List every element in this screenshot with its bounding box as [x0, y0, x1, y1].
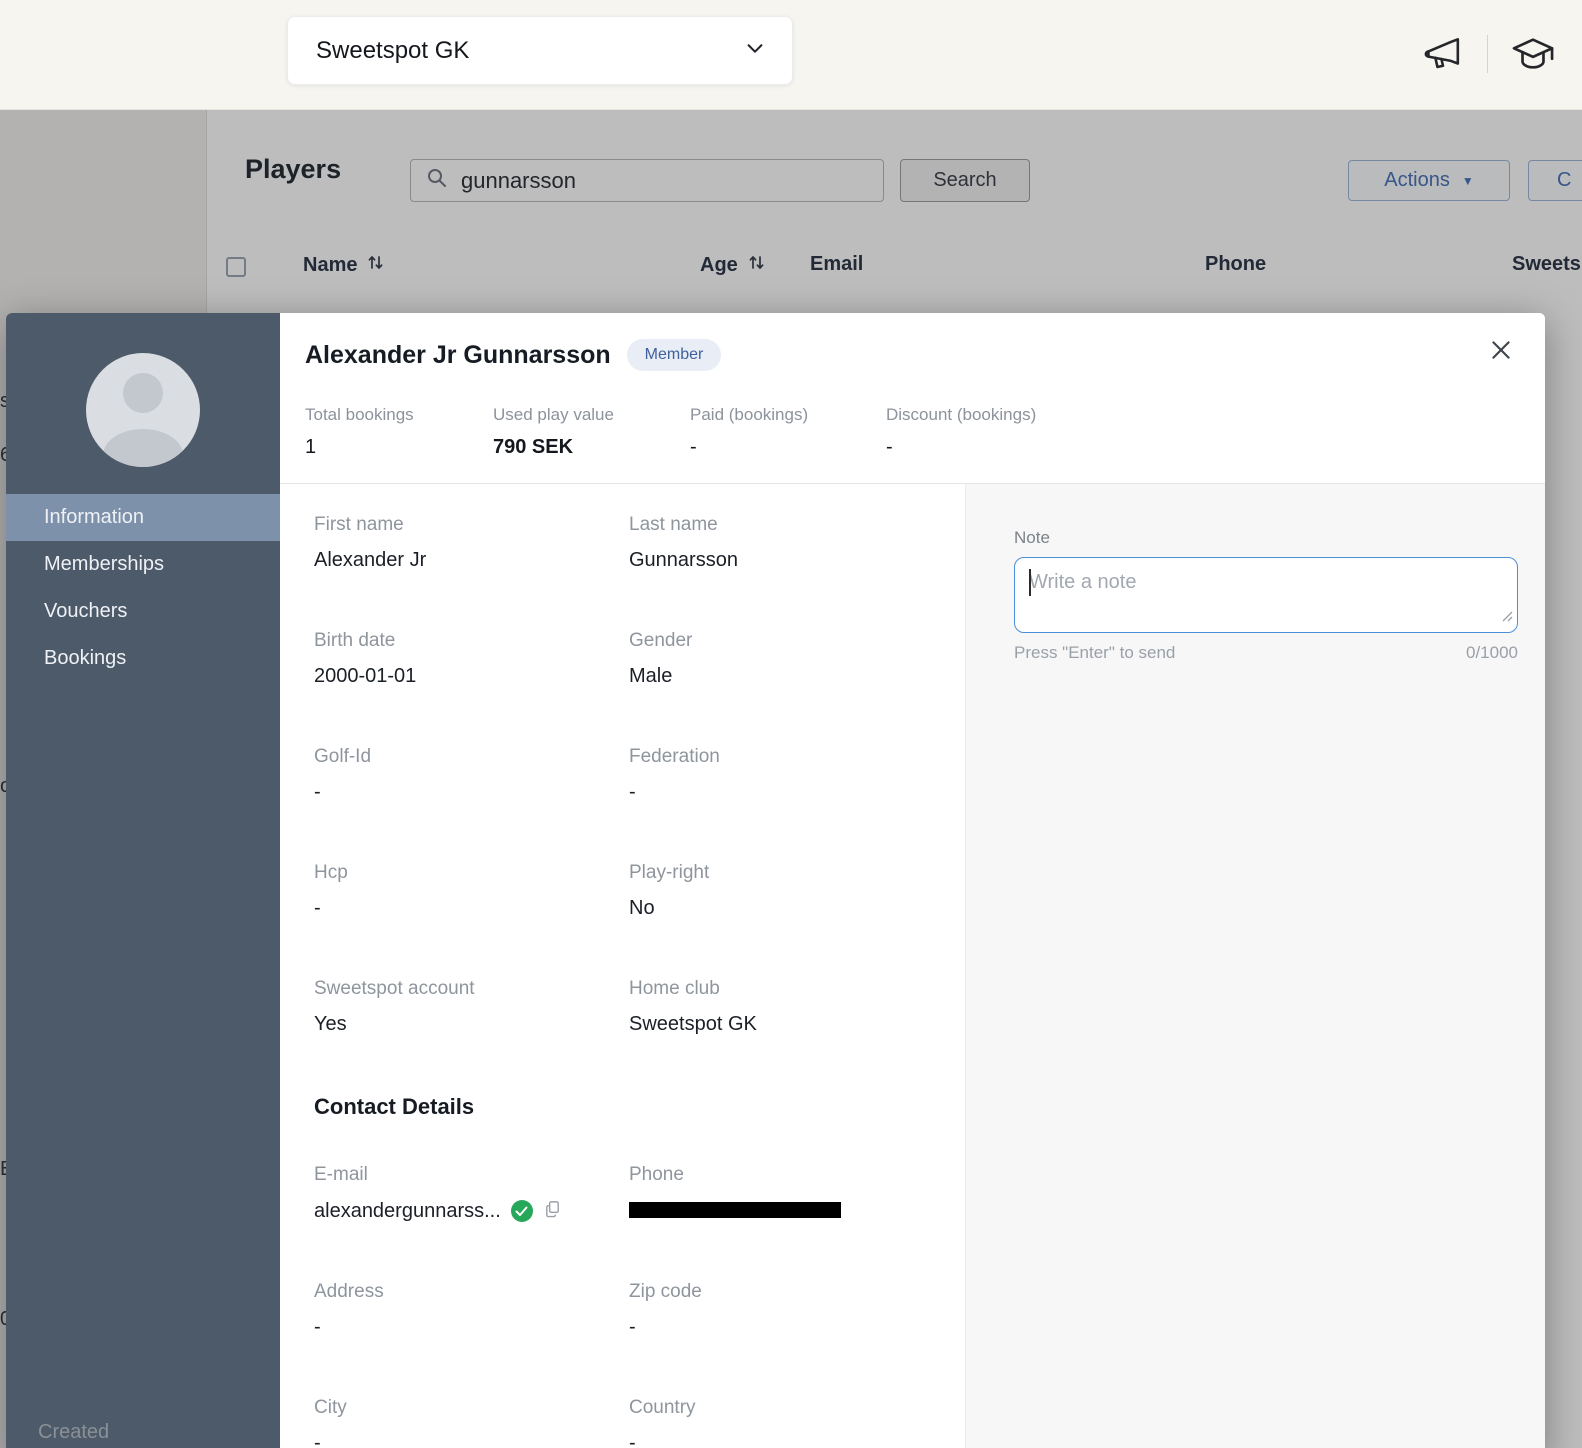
stat-value: -: [690, 436, 886, 459]
resize-handle-icon[interactable]: [1501, 609, 1513, 627]
field-sweetspot-account: Sweetspot account Yes: [314, 978, 629, 1036]
player-modal-sidebar: Information Memberships Vouchers Booking…: [6, 313, 280, 1448]
chevron-down-icon: [744, 37, 766, 64]
field-hcp: Hcp -: [314, 862, 629, 920]
field-email: E-mail alexandergunnarss...: [314, 1164, 629, 1223]
stat-label: Paid (bookings): [690, 405, 886, 425]
graduation-cap-icon[interactable]: [1510, 34, 1556, 74]
stat-label: Total bookings: [305, 405, 493, 425]
field-city: City -: [314, 1397, 629, 1448]
phone-redaction-bar: [629, 1202, 841, 1218]
field-federation: Federation -: [629, 746, 944, 804]
stat-value: 1: [305, 436, 493, 459]
tab-information[interactable]: Information: [6, 494, 280, 541]
email-value: alexandergunnarss...: [314, 1200, 501, 1223]
tab-vouchers[interactable]: Vouchers: [6, 588, 280, 635]
club-selector-dropdown[interactable]: Sweetspot GK: [287, 16, 793, 85]
verified-check-icon: [511, 1200, 533, 1222]
field-golf-id: Golf-Id -: [314, 746, 629, 804]
close-icon[interactable]: [1486, 335, 1516, 365]
player-name: Alexander Jr Gunnarsson: [305, 341, 611, 370]
tab-memberships[interactable]: Memberships: [6, 541, 280, 588]
field-address: Address -: [314, 1281, 629, 1339]
club-selector-value: Sweetspot GK: [316, 37, 469, 65]
field-birth-date: Birth date 2000-01-01: [314, 630, 629, 688]
topbar-divider: [1487, 35, 1488, 73]
field-zip-code: Zip code -: [629, 1281, 944, 1339]
field-country: Country -: [629, 1397, 944, 1448]
field-last-name: Last name Gunnarsson: [629, 514, 944, 572]
avatar: [86, 353, 200, 467]
field-first-name: First name Alexander Jr: [314, 514, 629, 572]
field-play-right: Play-right No: [629, 862, 944, 920]
stat-value: 790 SEK: [493, 436, 690, 459]
field-home-club: Home club Sweetspot GK: [629, 978, 944, 1036]
avatar-person-icon: [123, 373, 163, 413]
field-gender: Gender Male: [629, 630, 944, 688]
note-panel: Note Press "Enter" to send 0/1000: [965, 484, 1545, 1448]
player-information-fields: First name Alexander Jr Last name Gunnar…: [280, 484, 965, 1448]
text-cursor: [1029, 569, 1031, 596]
stat-label: Used play value: [493, 405, 690, 425]
member-badge: Member: [627, 339, 722, 371]
tab-bookings[interactable]: Bookings: [6, 635, 280, 682]
contact-details-heading: Contact Details: [314, 1094, 965, 1120]
field-phone: Phone: [629, 1164, 944, 1223]
note-char-counter: 0/1000: [1466, 643, 1518, 663]
megaphone-icon[interactable]: [1423, 35, 1465, 73]
player-stats: Total bookings 1 Used play value 790 SEK…: [305, 405, 1516, 459]
player-modal-menu: Information Memberships Vouchers Booking…: [6, 494, 280, 682]
stat-value: -: [886, 436, 1036, 459]
created-column-fragment: Created: [38, 1421, 109, 1444]
stat-label: Discount (bookings): [886, 405, 1036, 425]
note-hint: Press "Enter" to send: [1014, 643, 1175, 663]
topbar: Sweetspot GK: [0, 0, 1582, 110]
note-label: Note: [1014, 528, 1518, 548]
player-modal-header: Alexander Jr Gunnarsson Member Total boo…: [280, 313, 1545, 484]
note-input[interactable]: [1014, 557, 1518, 633]
copy-icon[interactable]: [543, 1199, 562, 1223]
player-detail-modal: Information Memberships Vouchers Booking…: [6, 313, 1545, 1448]
